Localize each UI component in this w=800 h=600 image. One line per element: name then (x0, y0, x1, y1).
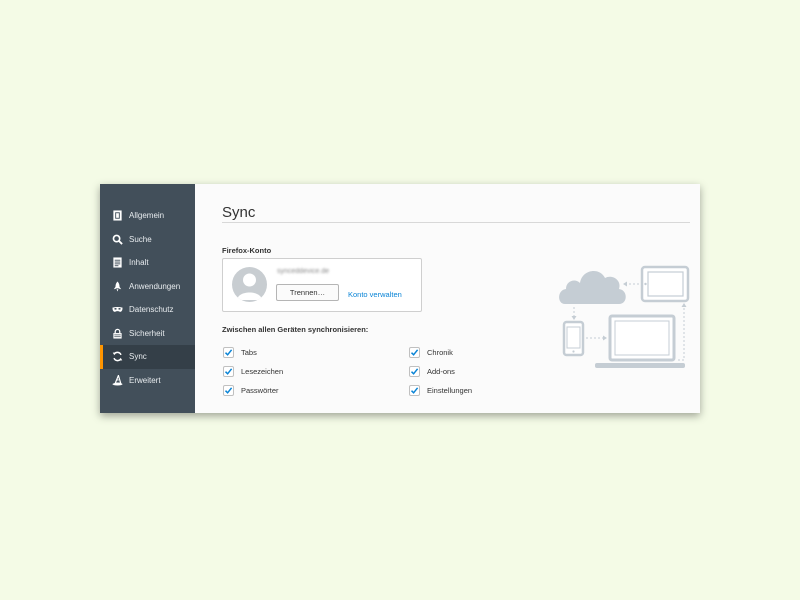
sidebar-item-label: Datenschutz (129, 305, 174, 315)
checkmark-icon (410, 368, 419, 375)
mask-icon (111, 304, 123, 316)
title-divider (222, 222, 690, 223)
lock-icon (111, 327, 123, 339)
sidebar-item-datenschutz[interactable]: Datenschutz (100, 298, 195, 322)
sidebar-item-label: Suche (129, 234, 152, 244)
user-silhouette-icon (237, 273, 262, 300)
document-icon (111, 257, 123, 269)
sidebar-item-allgemein[interactable]: Allgemein (100, 204, 195, 228)
option-label: Add-ons (427, 367, 455, 376)
option-label: Passwörter (241, 386, 279, 395)
option-label: Lesezeichen (241, 367, 284, 376)
phone-icon (562, 320, 585, 357)
wizard-hat-icon (111, 374, 123, 386)
sync-option-tabs[interactable]: Tabs (223, 347, 257, 358)
sync-option-addons[interactable]: Add-ons (409, 366, 455, 377)
checkbox[interactable] (409, 366, 420, 377)
sidebar-item-label: Erweitert (129, 375, 161, 385)
account-email: synceddevice.de (277, 268, 330, 275)
page-title: Sync (222, 204, 256, 222)
account-box: synceddevice.de Trennen… Konto verwalten (222, 258, 422, 312)
preferences-window: Allgemein Suche Inhalt Anwendungen Daten… (100, 184, 700, 413)
sidebar-item-suche[interactable]: Suche (100, 228, 195, 252)
option-label: Einstellungen (427, 386, 473, 395)
sync-option-einstellungen[interactable]: Einstellungen (409, 385, 472, 396)
checkmark-icon (410, 387, 419, 394)
sidebar-item-erweitert[interactable]: Erweitert (100, 369, 195, 393)
rocket-icon (111, 280, 123, 292)
checkmark-icon (224, 387, 233, 394)
sidebar-item-sync[interactable]: Sync (100, 345, 195, 369)
avatar[interactable] (232, 267, 267, 302)
sync-option-passwoerter[interactable]: Passwörter (223, 385, 279, 396)
sidebar-item-label: Sync (129, 352, 147, 362)
tablet-icon (640, 265, 690, 303)
cloud-icon (559, 270, 626, 304)
checkmark-icon (224, 349, 233, 356)
checkbox[interactable] (223, 366, 234, 377)
sync-icon (111, 351, 123, 363)
sync-option-lesezeichen[interactable]: Lesezeichen (223, 366, 283, 377)
general-icon (111, 210, 123, 222)
checkbox[interactable] (409, 347, 420, 358)
sidebar-item-label: Sicherheit (129, 328, 165, 338)
option-label: Tabs (241, 348, 257, 357)
sync-heading: Zwischen allen Geräten synchronisieren: (222, 325, 369, 334)
search-icon (111, 233, 123, 245)
checkbox[interactable] (223, 385, 234, 396)
sync-option-chronik[interactable]: Chronik (409, 347, 453, 358)
sidebar-item-label: Inhalt (129, 258, 149, 268)
laptop-icon (595, 314, 685, 368)
sidebar-item-label: Anwendungen (129, 281, 181, 291)
sidebar-item-label: Allgemein (129, 211, 165, 221)
checkmark-icon (410, 349, 419, 356)
disconnect-button[interactable]: Trennen… (276, 284, 339, 301)
option-label: Chronik (427, 348, 453, 357)
manage-account-link[interactable]: Konto verwalten (348, 290, 402, 299)
sidebar-item-sicherheit[interactable]: Sicherheit (100, 322, 195, 346)
checkbox[interactable] (223, 347, 234, 358)
sidebar: Allgemein Suche Inhalt Anwendungen Daten… (100, 184, 195, 413)
sidebar-item-anwendungen[interactable]: Anwendungen (100, 275, 195, 299)
checkmark-icon (224, 368, 233, 375)
checkbox[interactable] (409, 385, 420, 396)
main-content: Sync Firefox-Konto synceddevice.de Trenn… (195, 184, 700, 413)
account-heading: Firefox-Konto (222, 246, 272, 255)
sidebar-item-inhalt[interactable]: Inhalt (100, 251, 195, 275)
sync-devices-illustration (559, 265, 690, 368)
